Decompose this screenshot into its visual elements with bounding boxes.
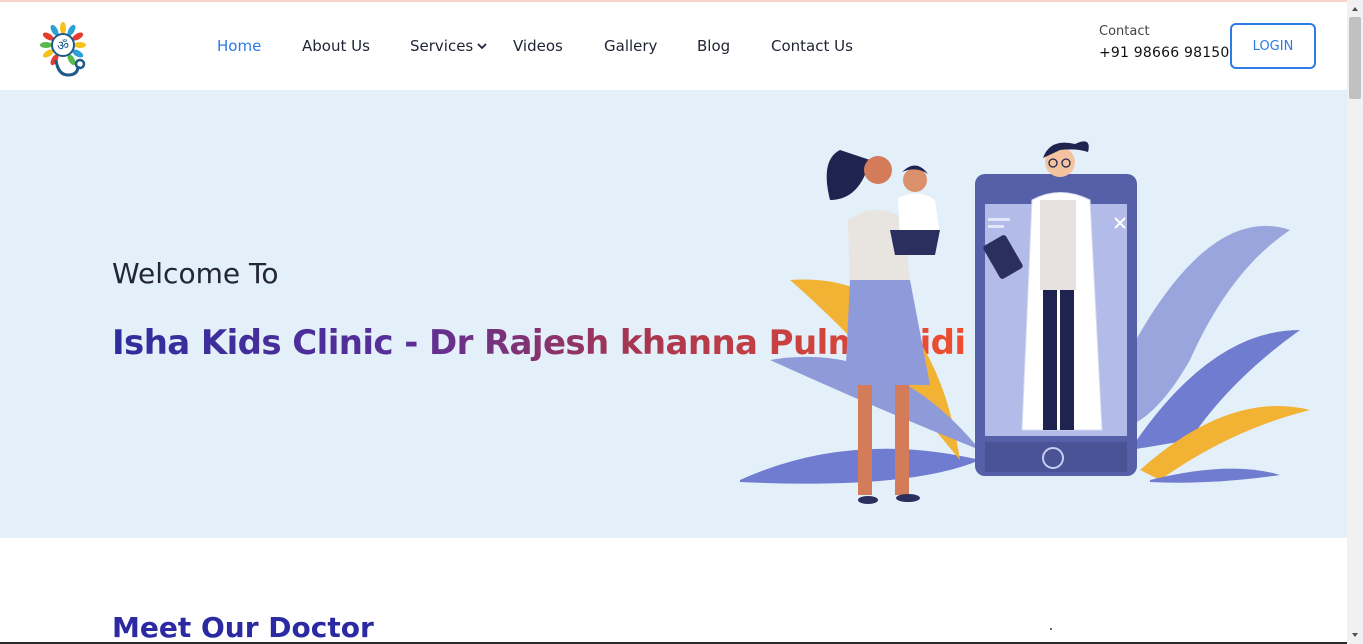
nav-contact-us[interactable]: Contact Us (771, 37, 853, 55)
contact-phone[interactable]: +91 98666 98150 (1099, 45, 1230, 61)
scrollbar-thumb[interactable] (1349, 17, 1361, 99)
scroll-down-arrow-icon[interactable] (1349, 629, 1361, 641)
decorative-dot (1050, 628, 1052, 630)
svg-text:ॐ: ॐ (57, 39, 69, 54)
contact-label: Contact (1099, 24, 1150, 39)
site-header: ॐ Home About Us Services Videos Gallery … (0, 2, 1347, 90)
login-button[interactable]: LOGIN (1230, 23, 1316, 69)
nav-about-us[interactable]: About Us (302, 37, 370, 55)
nav-gallery[interactable]: Gallery (604, 37, 657, 55)
logo-icon: ॐ (40, 22, 86, 77)
scroll-up-arrow-icon[interactable] (1349, 3, 1361, 15)
nav-home[interactable]: Home (217, 37, 261, 55)
hero-welcome-text: Welcome To (112, 257, 279, 290)
mother-child-doctor-illustration (740, 141, 1310, 504)
nav-videos[interactable]: Videos (513, 37, 563, 55)
nav-blog[interactable]: Blog (697, 37, 730, 55)
nav-services-label: Services (410, 37, 474, 55)
header-contact: Contact +91 98666 98150 (1099, 24, 1230, 61)
meet-our-doctor-heading: Meet Our Doctor (112, 611, 374, 644)
nav-services[interactable]: Services (410, 37, 488, 55)
hero-banner: Welcome To Isha Kids Clinic - Dr Rajesh … (0, 90, 1347, 538)
chevron-down-icon (477, 43, 487, 50)
clinic-logo[interactable]: ॐ (36, 20, 94, 84)
